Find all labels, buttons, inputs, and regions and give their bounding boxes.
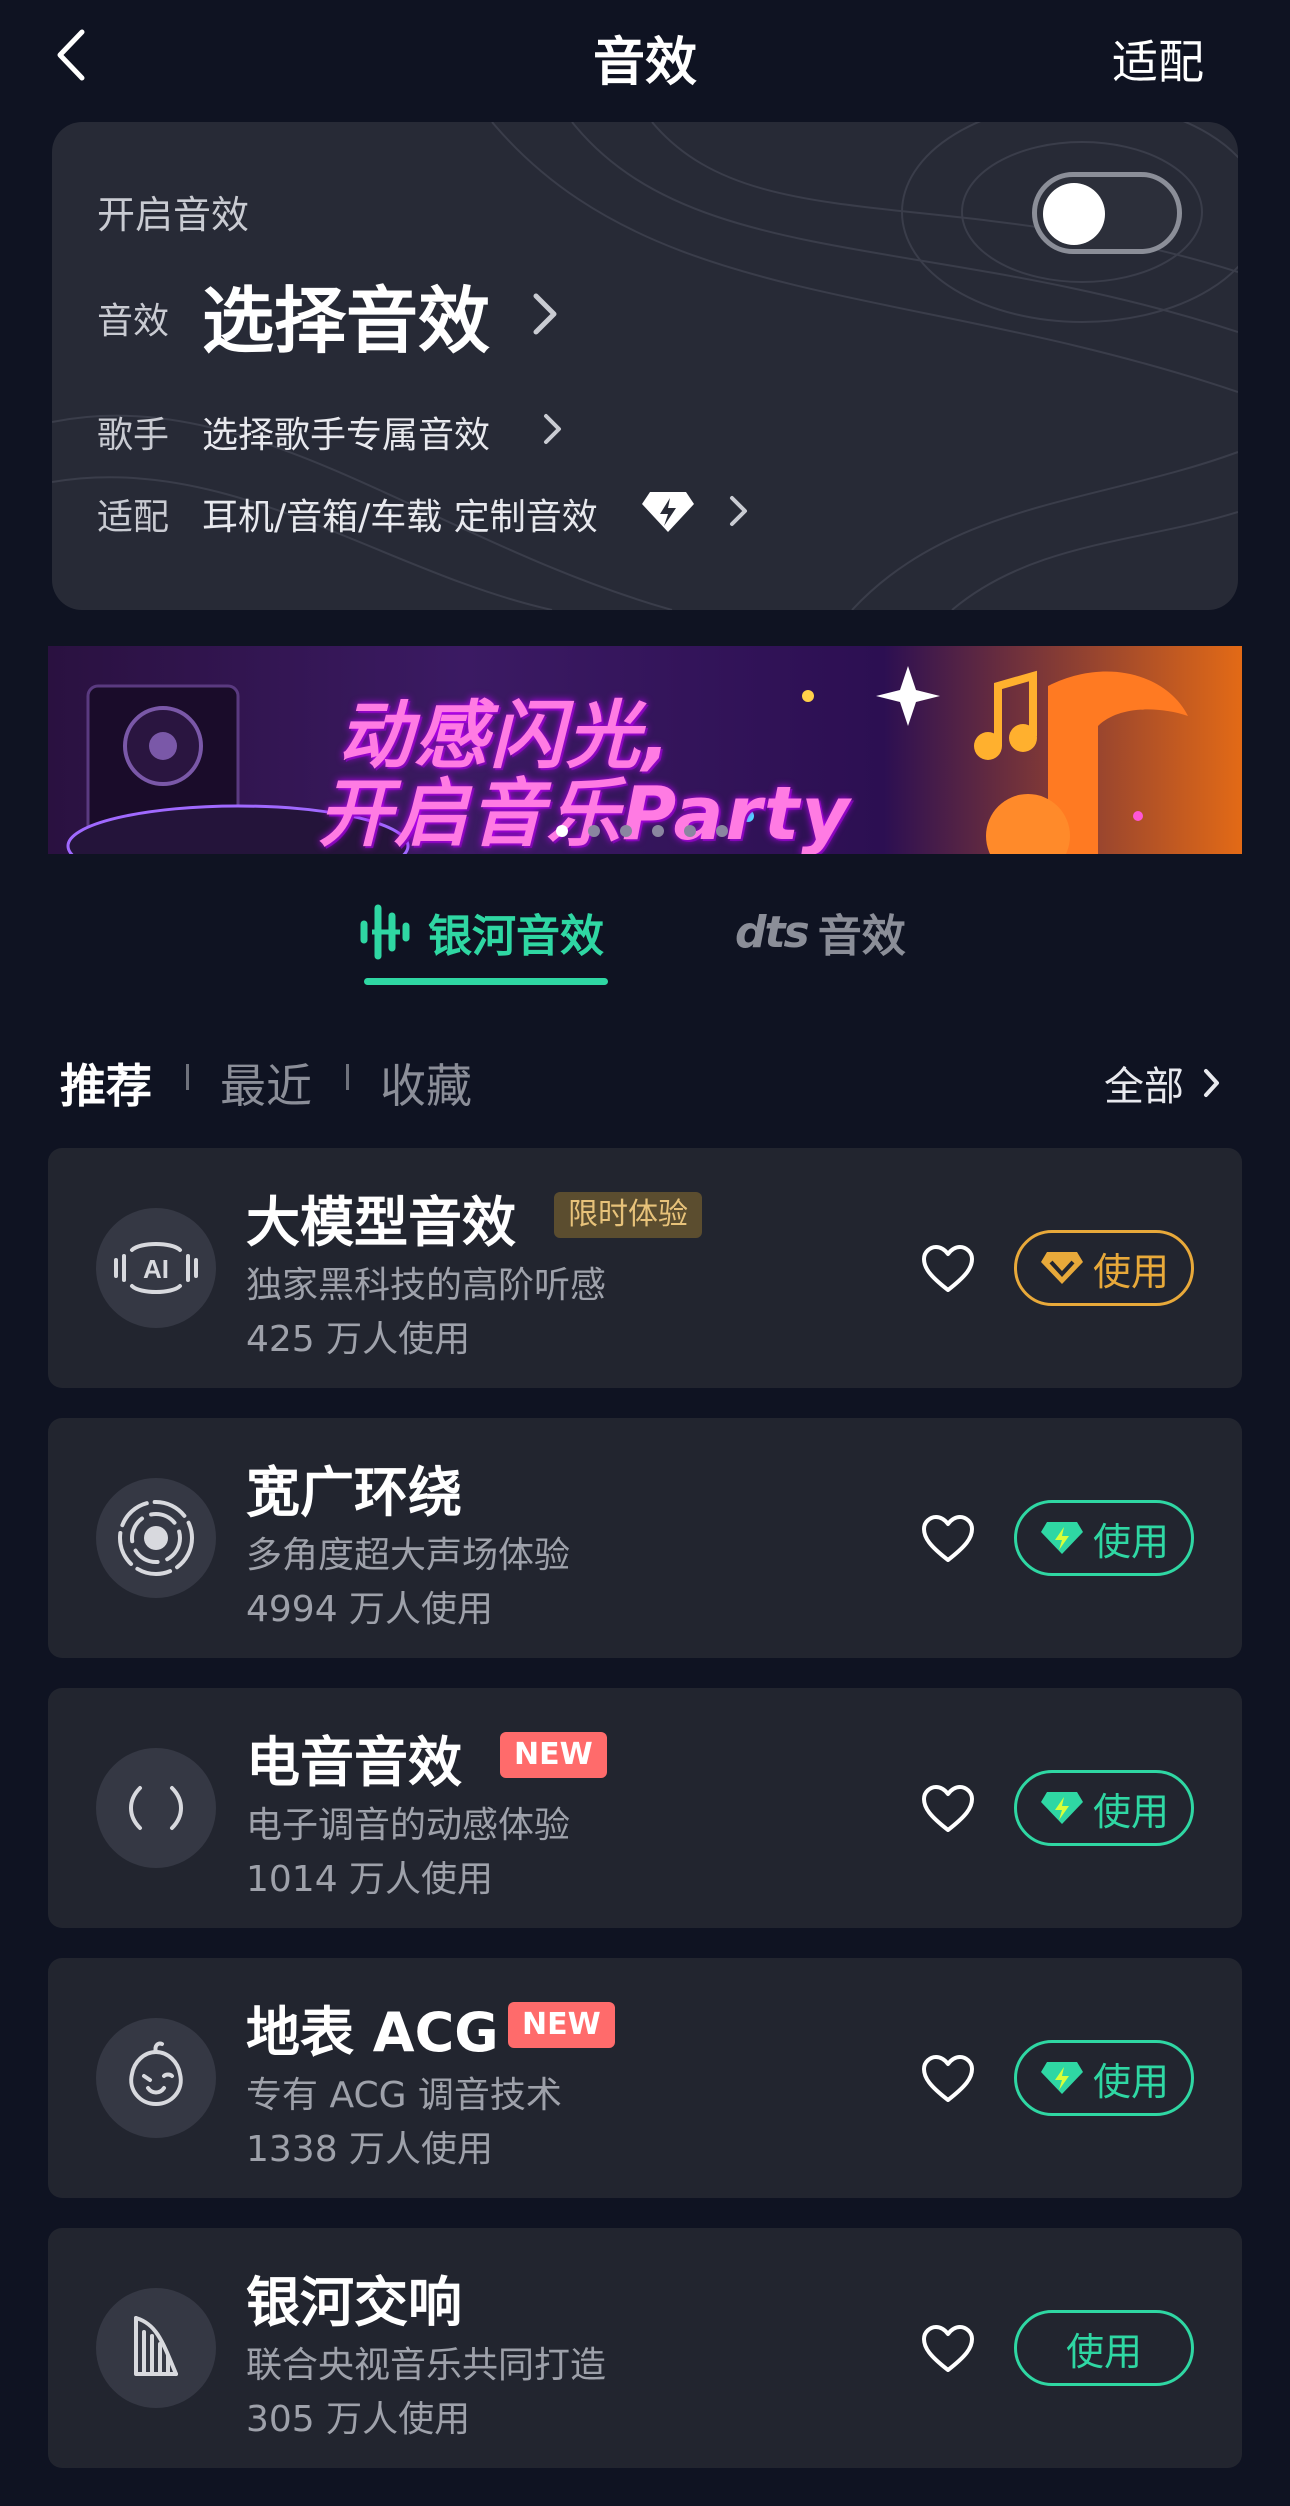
effect-name: 大模型音效 [246,1191,516,1254]
gold-diamond-icon [1040,1252,1083,1284]
vip-diamond-icon [1040,1522,1083,1554]
tab-galaxy-effect[interactable]: 银河音效 [356,900,604,964]
enable-effect-label: 开启音效 [97,193,250,237]
effect-name: 宽广环绕 [246,1461,462,1524]
effect-description: 多角度超大声场体验 [246,1535,571,1576]
acg-face-icon [96,2018,216,2138]
galaxy-sound-wave-icon [360,904,410,960]
electronic-icon [96,1748,216,1868]
enable-effect-toggle[interactable] [1032,172,1182,254]
effect-card-large-model[interactable]: AI 大模型音效 限时体验 独家黑科技的高阶听感 425 万人使用 使用 [48,1148,1242,1388]
subtab-favorites[interactable]: 收藏 [380,1050,472,1116]
effect-name: 地表 ACG [246,2001,499,2064]
active-tab-indicator [364,978,608,985]
effect-description: 联合央视音乐共同打造 [246,2345,607,2386]
tab-galaxy-label: 银河音效 [428,911,604,962]
dts-logo: dts [735,906,810,958]
pagination-dot[interactable] [556,825,568,837]
effect-card-electronic[interactable]: 电音音效 NEW 电子调音的动感体验 1014 万人使用 使用 [48,1688,1242,1928]
banner-headline-2: 开启音乐Party [318,771,852,854]
tab-dts-label: 音效 [817,911,906,962]
heart-icon[interactable] [920,2054,976,2104]
effect-name: 电音音效 [246,1731,462,1794]
pagination-dot[interactable] [588,825,600,837]
effect-settings-card: 开启音效 音效 选择音效 歌手 选择歌手专属音效 适配 耳机/音箱/车载 定制音… [52,122,1238,610]
subtab-recent[interactable]: 最近 [220,1050,312,1116]
heart-icon[interactable] [920,2324,976,2374]
chevron-right-icon [730,496,747,526]
effect-card-wide-surround[interactable]: 宽广环绕 多角度超大声场体验 4994 万人使用 使用 [48,1418,1242,1658]
ai-icon: AI [96,1208,216,1328]
vip-diamond-icon [1040,1792,1083,1824]
tab-dts-effect[interactable]: dts 音效 [735,900,906,964]
use-button-label: 使用 [1092,2059,1169,2104]
effect-row-label: 音效 [97,301,170,342]
new-badge: NEW [500,1732,607,1778]
use-button-label: 使用 [1092,1249,1169,1294]
use-button-label: 使用 [1092,1519,1169,1564]
select-singer-effect-link[interactable]: 选择歌手专属音效 [202,406,490,458]
subtab-recommended[interactable]: 推荐 [60,1050,152,1116]
effect-card-acg[interactable]: 地表 ACG NEW 专有 ACG 调音技术 1338 万人使用 使用 [48,1958,1242,2198]
effect-usage-count: 1338 万人使用 [246,2129,494,2170]
harp-icon [96,2288,216,2408]
banner-pagination [556,822,748,837]
use-button[interactable]: 使用 [1014,2310,1194,2386]
effect-usage-count: 305 万人使用 [246,2399,471,2440]
effect-usage-count: 4994 万人使用 [246,1589,494,1630]
select-effect-link[interactable]: 选择音效 [202,262,490,367]
adapt-device-link[interactable]: 耳机/音箱/车载 定制音效 [202,488,598,540]
heart-icon[interactable] [920,1244,976,1294]
use-button[interactable]: 使用 [1014,2040,1194,2116]
effect-card-galaxy-symphony[interactable]: 银河交响 联合央视音乐共同打造 305 万人使用 使用 [48,2228,1242,2468]
chevron-right-icon [544,414,561,444]
use-button-label: 使用 [1065,2329,1142,2374]
surround-icon [96,1478,216,1598]
new-badge: NEW [508,2002,615,2048]
singer-row-label: 歌手 [97,415,170,456]
heart-icon[interactable] [920,1784,976,1834]
effect-name: 银河交响 [246,2271,462,2334]
vip-diamond-icon [642,492,694,532]
limited-trial-badge: 限时体验 [554,1192,702,1238]
adapt-button[interactable]: 适配 [1112,26,1204,92]
vip-diamond-icon [1040,2062,1083,2094]
view-all-label: 全部 [1104,1064,1184,1110]
pagination-dot[interactable] [684,825,696,837]
chevron-right-icon [533,293,557,335]
pagination-dot[interactable] [716,825,728,837]
use-button[interactable]: 使用 [1014,1770,1194,1846]
adapt-row-label: 适配 [97,497,170,538]
view-all-link[interactable]: 全部 [1104,1054,1222,1112]
pagination-dot[interactable] [620,825,632,837]
page-title: 音效 [592,33,697,93]
heart-icon[interactable] [920,1514,976,1564]
effect-description: 专有 ACG 调音技术 [246,2075,562,2116]
subtab-separator [346,1064,349,1090]
subtab-separator [186,1064,189,1090]
effect-description: 电子调音的动感体验 [246,1805,571,1846]
effect-usage-count: 1014 万人使用 [246,1859,494,1900]
toggle-knob [1043,183,1105,245]
svg-text:AI: AI [143,1254,169,1284]
use-button[interactable]: 使用 [1014,1230,1194,1306]
pagination-dot[interactable] [652,825,664,837]
use-button-label: 使用 [1092,1789,1169,1834]
use-button[interactable]: 使用 [1014,1500,1194,1576]
effect-usage-count: 425 万人使用 [246,1319,471,1360]
effect-description: 独家黑科技的高阶听感 [246,1265,607,1306]
chevron-right-icon [1204,1069,1219,1097]
